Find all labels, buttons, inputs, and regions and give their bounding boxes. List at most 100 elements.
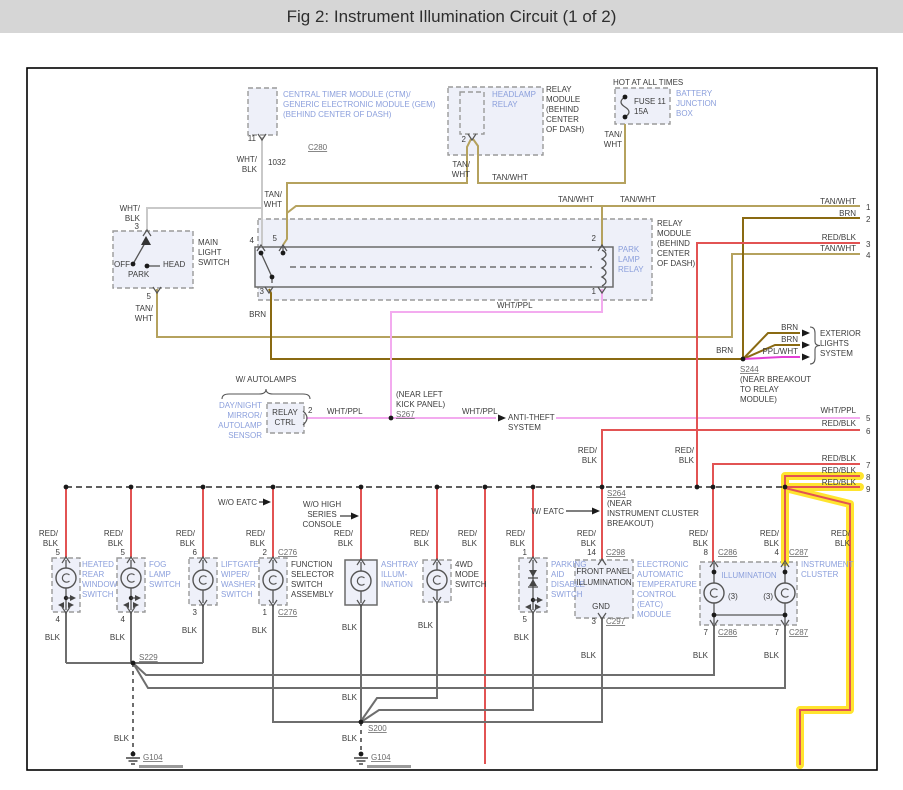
label-wiper: WIPER/	[221, 570, 250, 579]
label-s244[interactable]: S244	[740, 365, 759, 374]
label-g104[interactable]: G104	[371, 753, 391, 762]
label-blk: BLK	[250, 539, 266, 548]
label-blk: BLK	[180, 539, 196, 548]
label-blk: BLK	[418, 621, 434, 630]
label-ashtray: ASHTRAY	[381, 560, 419, 569]
label-tan: TAN/	[604, 130, 622, 139]
clipped-text-mark	[139, 765, 183, 768]
label-wht-ppl: WHT/PPL	[462, 407, 498, 416]
label-hot-at-all-times: HOT AT ALL TIMES	[613, 78, 683, 87]
label-c286[interactable]: C286	[718, 548, 738, 557]
label-red: RED/	[506, 529, 526, 538]
label-brn: BRN	[716, 346, 733, 355]
label-4: 4	[250, 236, 255, 245]
label-c287[interactable]: C287	[789, 548, 809, 557]
junction-dot	[483, 485, 488, 490]
label-brn: BRN	[249, 310, 266, 319]
label-ppl-wht: PPL/WHT	[762, 347, 798, 356]
label-anti-theft: ANTI-THEFT	[508, 413, 555, 422]
label-wht: WHT/	[237, 155, 258, 164]
label-blk: BLK	[764, 539, 780, 548]
label-tan-wht: TAN/WHT	[620, 195, 656, 204]
label-eatc: (EATC)	[637, 600, 663, 609]
label-5: 5	[866, 414, 871, 423]
label-c276[interactable]: C276	[278, 608, 298, 617]
label-box: BOX	[676, 109, 694, 118]
label-instrument-cluster: INSTRUMENT CLUSTER	[607, 509, 699, 518]
label-s229[interactable]: S229	[139, 653, 158, 662]
wo-eatc-arrow-icon	[263, 499, 271, 506]
label-blk: BLK	[510, 539, 526, 548]
label-cluster: CLUSTER	[801, 570, 839, 579]
label-exterior: EXTERIOR	[820, 329, 861, 338]
label-6: 6	[193, 548, 198, 557]
label-blk: BLK	[414, 539, 430, 548]
label-14: 14	[587, 548, 596, 557]
junction-dot	[259, 251, 264, 256]
label-c280[interactable]: C280	[308, 143, 328, 152]
label-blk: BLK	[693, 539, 709, 548]
label-g104[interactable]: G104	[143, 753, 163, 762]
junction-dot	[783, 485, 788, 490]
label-5: 5	[523, 615, 528, 624]
label-module: MODULE	[637, 610, 671, 619]
label-6: 6	[866, 427, 871, 436]
label-relay: RELAY	[492, 100, 518, 109]
label-tan-wht: TAN/WHT	[820, 197, 856, 206]
label-lights: LIGHTS	[820, 339, 849, 348]
label-s267[interactable]: S267	[396, 410, 415, 419]
label-module: MODULE	[657, 229, 691, 238]
label-illumination: ILLUMINATION	[721, 571, 777, 580]
label-red: RED/	[831, 529, 851, 538]
tan-wht-main-run	[287, 206, 860, 213]
label-sensor: SENSOR	[228, 431, 262, 440]
label-c286[interactable]: C286	[718, 628, 738, 637]
label-fuse-11: FUSE 11	[634, 97, 666, 106]
label-park: PARK	[128, 270, 150, 279]
label-red: RED/	[578, 446, 598, 455]
label-battery: BATTERY	[676, 89, 713, 98]
label-c297[interactable]: C297	[606, 617, 626, 626]
label-light: LIGHT	[198, 248, 222, 257]
junction-dot	[281, 251, 286, 256]
label-near-breakout: (NEAR BREAKOUT	[740, 375, 811, 384]
label-2: 2	[592, 234, 597, 243]
ppl-wht-exterior	[743, 357, 800, 359]
label-5: 5	[121, 548, 126, 557]
label-wht-ppl: WHT/PPL	[327, 407, 363, 416]
junction-dot	[389, 416, 394, 421]
label-center: CENTER	[657, 249, 690, 258]
label-red: RED/	[760, 529, 780, 538]
label-3: 3	[592, 617, 597, 626]
label-illumination: ILLUMINATION	[576, 578, 632, 587]
label-breakout: BREAKOUT)	[607, 519, 654, 528]
wht-blk-ctm-feed	[261, 137, 262, 247]
label-blk: BLK	[45, 633, 61, 642]
label-c287[interactable]: C287	[789, 628, 809, 637]
label-s264[interactable]: S264	[607, 489, 626, 498]
label-3: 3	[260, 287, 265, 296]
label-4: 4	[775, 548, 780, 557]
label-c276[interactable]: C276	[278, 548, 298, 557]
label-15a: 15A	[634, 107, 649, 116]
label-5: 5	[147, 292, 152, 301]
label-blk: BLK	[764, 651, 780, 660]
junction-dot	[600, 485, 605, 490]
label-c298[interactable]: C298	[606, 548, 626, 557]
wiring-diagram: CENTRAL TIMER MODULE (CTM)/GENERIC ELECT…	[0, 0, 903, 790]
label-s200[interactable]: S200	[368, 724, 387, 733]
label-red: RED/	[689, 529, 709, 538]
label-selector: SELECTOR	[291, 570, 334, 579]
junction-dot	[131, 661, 136, 666]
junction-dot	[711, 485, 716, 490]
label-behind: (BEHIND	[546, 105, 579, 114]
label-blk: BLK	[582, 456, 598, 465]
label-generic-electronic-module-gem: GENERIC ELECTRONIC MODULE (GEM)	[283, 100, 436, 109]
label-to-relay: TO RELAY	[740, 385, 779, 394]
label-near: (NEAR	[607, 499, 632, 508]
label-3: (3)	[763, 592, 773, 601]
label-system: SYSTEM	[820, 349, 853, 358]
label-brn: BRN	[781, 323, 798, 332]
anti-theft-arrow-icon	[498, 415, 506, 422]
label-blk: BLK	[342, 734, 358, 743]
